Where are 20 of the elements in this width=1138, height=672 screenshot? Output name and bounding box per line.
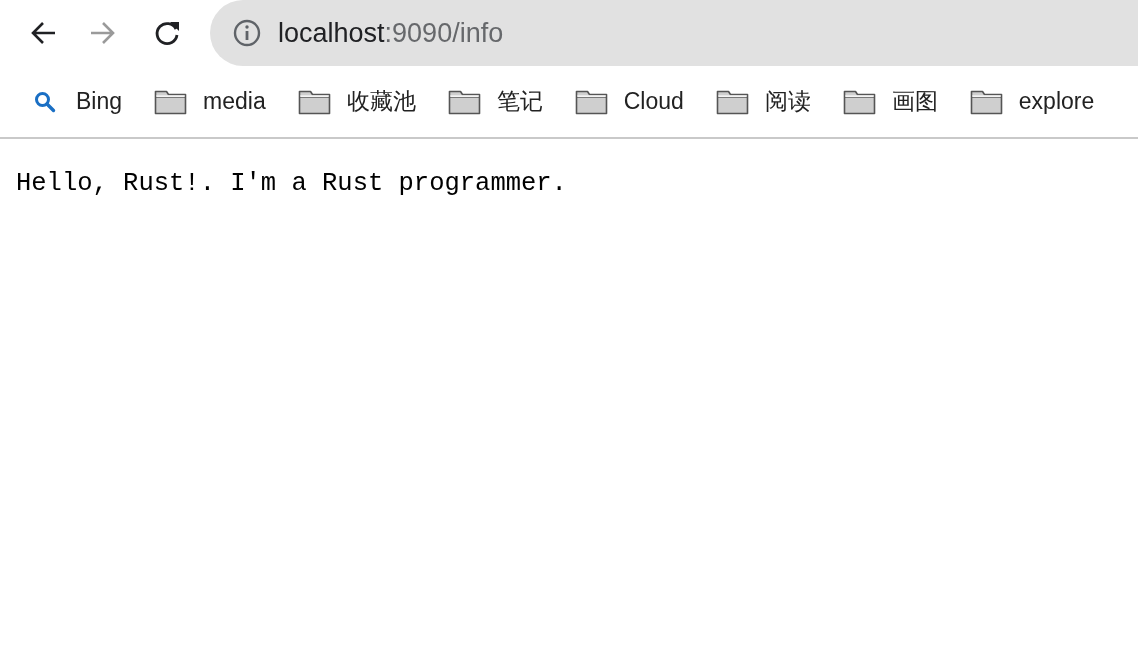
bookmark-item[interactable]: 画图 [842, 86, 938, 117]
bookmark-item[interactable]: 阅读 [715, 86, 811, 117]
bookmark-item[interactable]: media [154, 88, 266, 115]
folder-icon [715, 88, 749, 115]
bookmark-item[interactable]: 收藏池 [297, 86, 416, 117]
page-text: Hello, Rust!. I'm a Rust programmer. [16, 169, 568, 198]
info-icon[interactable] [232, 18, 262, 48]
bookmark-item[interactable]: explore [969, 88, 1095, 115]
folder-icon [447, 88, 481, 115]
folder-icon [574, 88, 608, 115]
folder-icon [154, 88, 188, 115]
url-text: localhost:9090/info [278, 17, 504, 49]
bookmark-item[interactable]: Cloud [574, 88, 684, 115]
folder-icon [297, 88, 331, 115]
search-icon [34, 90, 56, 113]
folder-icon [969, 88, 1003, 115]
address-bar[interactable]: localhost:9090/info [210, 0, 1138, 66]
folder-icon [842, 88, 876, 115]
bookmark-item[interactable]: 笔记 [447, 86, 543, 117]
bookmark-item[interactable]: Bing [34, 88, 123, 115]
